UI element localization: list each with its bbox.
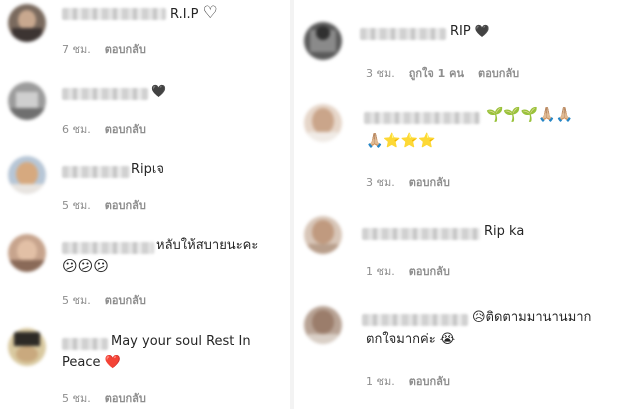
reply-button[interactable]: ตอบกลับ [105,392,146,405]
emoji-seedlings-prayer: 🌱🌱🌱🙏🏼🙏🏼 [486,107,574,123]
avatar[interactable] [304,306,342,344]
comment-meta: 1 ชม. ตอบกลับ [366,372,450,390]
avatar[interactable] [8,156,46,194]
emoji-faces: 😕😕😕 [62,257,109,275]
comment-body: 😥ติดตามมานานมาก [472,310,592,325]
username[interactable] [62,242,154,254]
reply-button[interactable]: ตอบกลับ [409,176,450,189]
comment-text-line2: 😕😕😕 [62,257,109,276]
comment-meta: 3 ชม. ถูกใจ 1 คน ตอบกลับ [366,64,519,82]
comment-body: ตกใจมากค่ะ 😭 [366,332,456,347]
comment-item: R.I.P ♡ 7 ชม. ตอบกลับ [0,0,290,75]
comment-time: 5 ชม. [62,294,91,307]
black-heart-icon: 🖤 [151,84,166,98]
comment-item: Ripเจ 5 ชม. ตอบกลับ [0,152,290,227]
reply-button[interactable]: ตอบกลับ [105,294,146,307]
username[interactable] [362,228,480,240]
comment-body: RIP [450,24,471,39]
comment-meta: 5 ชม. ตอบกลับ [62,389,146,407]
comment-text-line2: ตกใจมากค่ะ 😭 [366,330,455,349]
comment-time: 1 ชม. [366,375,395,388]
comment-text: 🌱🌱🌱🙏🏼🙏🏼 [486,106,573,125]
comment-item: May your soul Rest In Peace ❤️ 5 ชม. ตอบก… [0,318,290,409]
comment-body: Rip ka [484,224,525,239]
username[interactable] [362,314,468,326]
comment-body: หลับให้สบายนะคะ [156,238,259,253]
reply-button[interactable]: ตอบกลับ [409,375,450,388]
comment-meta: 5 ชม. ตอบกลับ [62,291,146,309]
comment-item: 😥ติดตามมานานมาก ตกใจมากค่ะ 😭 1 ชม. ตอบกลั… [300,292,644,409]
emoji-prayer-stars: 🙏🏼⭐⭐⭐ [366,133,436,149]
username[interactable] [360,28,446,40]
comment-time: 1 ชม. [366,265,395,278]
comment-item: Rip ka 1 ชม. ตอบกลับ [300,206,644,284]
comment-time: 5 ชม. [62,392,91,405]
comment-text: May your soul Rest In [111,332,251,351]
reply-button[interactable]: ตอบกลับ [105,123,146,136]
avatar[interactable] [8,234,46,272]
comment-meta: 1 ชม. ตอบกลับ [366,262,450,280]
comment-item: 🌱🌱🌱🙏🏼🙏🏼 🙏🏼⭐⭐⭐ 3 ชม. ตอบกลับ [300,96,644,196]
comment-time: 3 ชม. [366,67,395,80]
reply-button[interactable]: ตอบกลับ [409,265,450,278]
username[interactable] [62,8,166,20]
avatar[interactable] [8,328,46,366]
comment-item: หลับให้สบายนะคะ 😕😕😕 5 ชม. ตอบกลับ [0,228,290,318]
avatar[interactable] [8,82,46,120]
reply-button[interactable]: ตอบกลับ [478,67,519,80]
username[interactable] [364,112,480,124]
comment-text: RIP 🖤 [450,22,490,41]
comment-text: R.I.P ♡ [170,4,218,24]
comment-meta: 7 ชม. ตอบกลับ [62,40,146,58]
comment-time: 6 ชม. [62,123,91,136]
comment-time: 7 ชม. [62,43,91,56]
comment-meta: 6 ชม. ตอบกลับ [62,120,146,138]
comment-text-line2: 🙏🏼⭐⭐⭐ [366,132,436,151]
comment-text: 🖤 [151,82,166,101]
heart-outline-icon: ♡ [202,3,218,23]
username[interactable] [62,88,148,100]
reply-button[interactable]: ตอบกลับ [105,43,146,56]
likes-count[interactable]: ถูกใจ 1 คน [409,67,464,80]
comment-text: 😥ติดตามมานานมาก [472,308,591,327]
comment-body: R.I.P [170,7,199,22]
black-heart-icon: 🖤 [474,24,490,38]
comment-time: 5 ชม. [62,199,91,212]
avatar[interactable] [304,22,342,60]
comment-body: May your soul Rest In [111,334,251,349]
avatar[interactable] [304,104,342,142]
comment-meta: 3 ชม. ตอบกลับ [366,173,450,191]
username[interactable] [62,338,108,350]
column-divider [290,0,294,409]
username[interactable] [62,166,130,178]
avatar[interactable] [304,216,342,254]
comment-body: Peace ❤️ [62,355,121,370]
comment-body: Ripเจ [131,162,164,177]
comment-text: Ripเจ [131,160,164,179]
comment-text: หลับให้สบายนะคะ [156,236,258,255]
comment-item: RIP 🖤 3 ชม. ถูกใจ 1 คน ตอบกลับ [300,0,644,90]
comment-time: 3 ชม. [366,176,395,189]
reply-button[interactable]: ตอบกลับ [105,199,146,212]
comment-meta: 5 ชม. ตอบกลับ [62,196,146,214]
comment-text: Rip ka [484,222,524,241]
comment-item: 🖤 6 ชม. ตอบกลับ [0,78,290,153]
comment-text-line2: Peace ❤️ [62,353,121,372]
avatar[interactable] [8,4,46,42]
